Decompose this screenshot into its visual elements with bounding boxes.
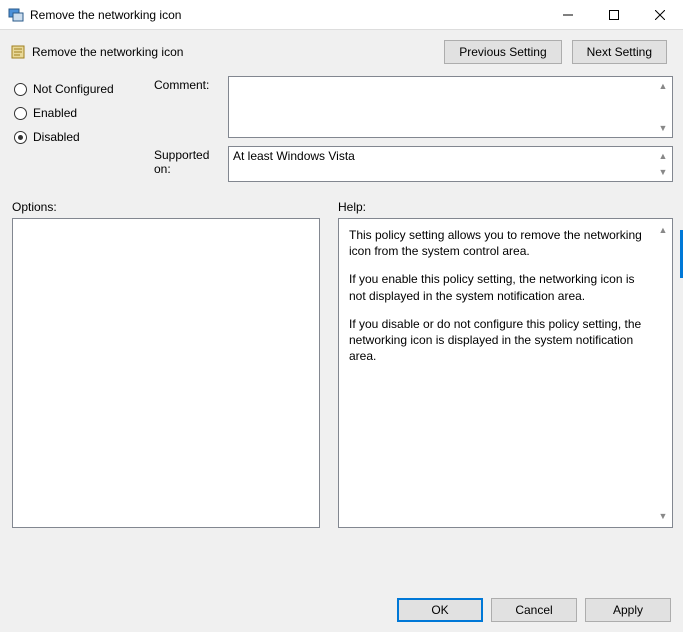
help-text: If you disable or do not configure this … [349, 316, 650, 365]
scroll-down-icon[interactable]: ▼ [656, 121, 670, 135]
scroll-up-icon[interactable]: ▲ [656, 149, 670, 163]
help-panel: This policy setting allows you to remove… [338, 218, 673, 528]
supported-value: At least Windows Vista [233, 149, 355, 163]
scroll-down-icon[interactable]: ▼ [656, 165, 670, 179]
radio-icon [14, 83, 27, 96]
dialog-footer: OK Cancel Apply [397, 598, 671, 622]
ok-button[interactable]: OK [397, 598, 483, 622]
help-label: Help: [338, 200, 366, 214]
help-text: If you enable this policy setting, the n… [349, 271, 650, 303]
state-radios: Not Configured Enabled Disabled [14, 76, 142, 190]
radio-not-configured[interactable]: Not Configured [14, 82, 142, 96]
supported-on-box: At least Windows Vista ▲ ▼ [228, 146, 673, 182]
previous-setting-button[interactable]: Previous Setting [444, 40, 561, 64]
next-setting-button[interactable]: Next Setting [572, 40, 667, 64]
header-row: Remove the networking icon Previous Sett… [0, 30, 683, 70]
scroll-down-icon[interactable]: ▼ [656, 509, 670, 523]
maximize-button[interactable] [591, 0, 637, 30]
radio-label: Disabled [33, 130, 80, 144]
app-icon [8, 7, 24, 23]
supported-label: Supported on: [154, 146, 228, 176]
minimize-button[interactable] [545, 0, 591, 30]
content-area: Remove the networking icon Previous Sett… [0, 30, 683, 632]
radio-icon [14, 107, 27, 120]
close-button[interactable] [637, 0, 683, 30]
radio-icon [14, 131, 27, 144]
policy-name: Remove the networking icon [32, 45, 444, 59]
radio-enabled[interactable]: Enabled [14, 106, 142, 120]
radio-disabled[interactable]: Disabled [14, 130, 142, 144]
policy-icon [10, 44, 26, 60]
title-bar: Remove the networking icon [0, 0, 683, 30]
comment-label: Comment: [154, 76, 228, 92]
window-title: Remove the networking icon [30, 8, 545, 22]
comment-textarea[interactable]: ▲ ▼ [228, 76, 673, 138]
scroll-up-icon[interactable]: ▲ [656, 223, 670, 237]
options-label: Options: [12, 200, 320, 214]
help-text: This policy setting allows you to remove… [349, 227, 650, 259]
apply-button[interactable]: Apply [585, 598, 671, 622]
options-panel [12, 218, 320, 528]
scroll-up-icon[interactable]: ▲ [656, 79, 670, 93]
cancel-button[interactable]: Cancel [491, 598, 577, 622]
radio-label: Enabled [33, 106, 77, 120]
radio-label: Not Configured [33, 82, 114, 96]
